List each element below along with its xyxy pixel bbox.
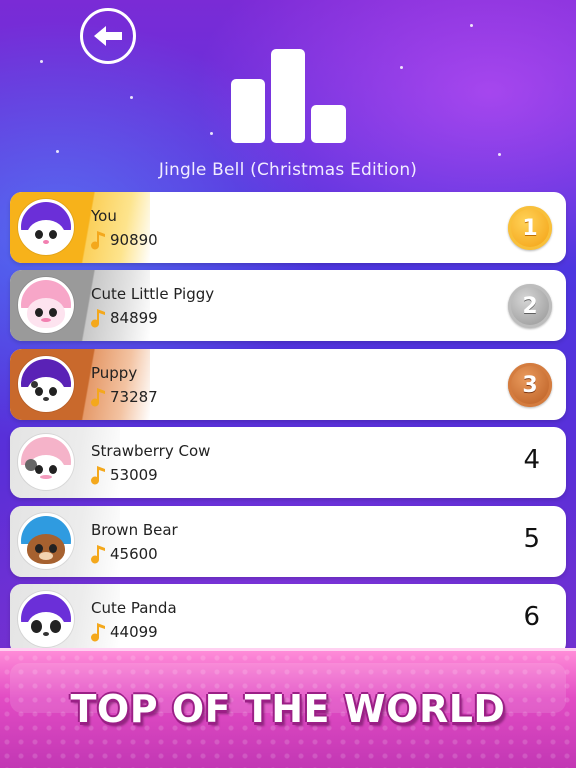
score-value: 90890 [110,231,158,249]
avatar [18,277,74,333]
leaderboard-bars-icon [231,49,346,143]
score: 84899 [91,308,158,328]
music-note-icon [91,545,105,564]
player-name: Strawberry Cow [91,442,211,460]
leaderboard-row[interactable]: Strawberry Cow 53009 4 [10,427,566,498]
arrow-left-icon [94,26,122,46]
score: 44099 [91,622,158,642]
player-name: Cute Little Piggy [91,285,215,303]
gold-medal-icon: 1 [508,206,552,250]
music-note-icon [91,309,105,328]
leaderboard-row[interactable]: Cute Little Piggy 84899 2 [10,270,566,341]
star-sparkle [130,96,133,99]
rank-number: 5 [523,524,540,554]
rank-number: 2 [522,293,538,319]
star-sparkle [210,132,213,135]
rank-number: 1 [522,215,538,241]
music-note-icon [91,623,105,642]
music-note-icon [91,231,105,250]
top-of-the-world-banner: TOP OF THE WORLD [0,648,576,768]
score-value: 44099 [110,623,158,641]
star-sparkle [400,66,403,69]
avatar [18,434,74,490]
bronze-medal-icon: 3 [508,363,552,407]
leaderboard-row[interactable]: Puppy 73287 3 [10,349,566,420]
song-title: Jingle Bell (Christmas Edition) [158,160,418,180]
silver-medal-icon: 2 [508,284,552,328]
score: 73287 [91,387,158,407]
rank-number: 3 [522,372,538,398]
star-sparkle [498,153,501,156]
player-name: Puppy [91,364,138,382]
score-value: 73287 [110,388,158,406]
score: 45600 [91,544,158,564]
score-value: 84899 [110,309,158,327]
score: 53009 [91,465,158,485]
score-value: 45600 [110,545,158,563]
player-name: Brown Bear [91,521,178,539]
player-name: You [91,207,117,225]
star-sparkle [40,60,43,63]
music-note-icon [91,388,105,407]
music-note-icon [91,466,105,485]
avatar [18,591,74,647]
score: 90890 [91,230,158,250]
avatar [18,356,74,412]
avatar [18,199,74,255]
leaderboard-row[interactable]: Cute Panda 44099 6 [10,584,566,655]
player-name: Cute Panda [91,599,177,617]
star-sparkle [470,24,473,27]
back-button[interactable] [80,8,136,64]
banner-title: TOP OF THE WORLD [70,687,506,731]
rank-number: 6 [523,602,540,632]
leaderboard-row[interactable]: Brown Bear 45600 5 [10,506,566,577]
leaderboard-row[interactable]: You 90890 1 [10,192,566,263]
rank-number: 4 [523,445,540,475]
score-value: 53009 [110,466,158,484]
avatar [18,513,74,569]
star-sparkle [56,150,59,153]
